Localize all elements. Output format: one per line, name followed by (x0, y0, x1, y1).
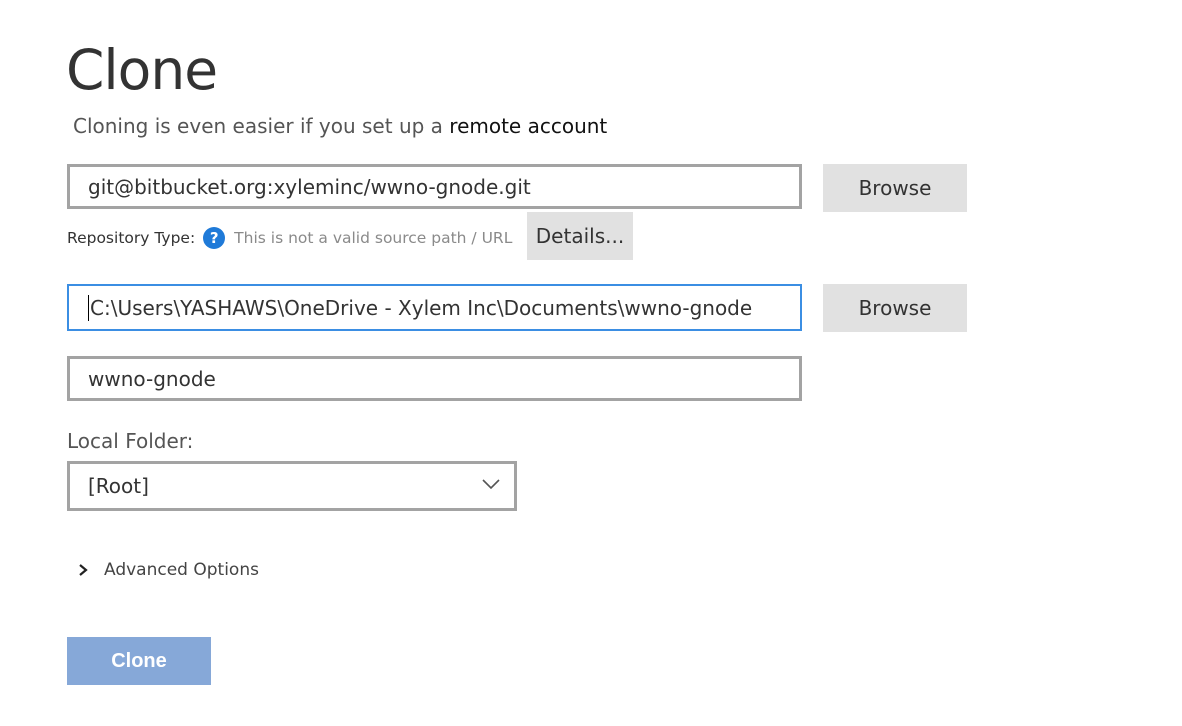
repository-type-status: This is not a valid source path / URL (234, 229, 513, 247)
chevron-down-icon (482, 479, 500, 490)
advanced-options-toggle[interactable]: Advanced Options (76, 558, 259, 582)
advanced-options-label: Advanced Options (104, 560, 259, 580)
destination-path-input[interactable]: C:\Users\YASHAWS\OneDrive - Xylem Inc\Do… (67, 284, 802, 331)
local-folder-selected: [Root] (88, 474, 149, 498)
repository-name-value: wwno-gnode (88, 366, 216, 391)
page-title: Clone (66, 38, 218, 102)
remote-account-link[interactable]: remote account (449, 114, 607, 138)
text-caret (88, 294, 89, 321)
clone-page: Clone Cloning is even easier if you set … (0, 0, 1182, 726)
subtitle: Cloning is even easier if you set up a r… (73, 113, 607, 139)
repository-type-row: Repository Type: ? This is not a valid s… (67, 226, 512, 250)
source-url-value: git@bitbucket.org:xyleminc/wwno-gnode.gi… (88, 174, 531, 199)
repository-name-input[interactable]: wwno-gnode (67, 356, 802, 401)
browse-destination-button[interactable]: Browse (823, 284, 967, 332)
local-folder-label: Local Folder: (67, 429, 194, 453)
local-folder-select[interactable]: [Root] (67, 461, 517, 511)
question-help-icon: ? (203, 227, 226, 249)
details-button[interactable]: Details... (527, 212, 633, 260)
source-url-input[interactable]: git@bitbucket.org:xyleminc/wwno-gnode.gi… (67, 164, 802, 209)
clone-button[interactable]: Clone (67, 637, 211, 685)
destination-path-value: C:\Users\YASHAWS\OneDrive - Xylem Inc\Do… (90, 295, 753, 320)
repository-type-label: Repository Type: (67, 229, 196, 247)
browse-source-button[interactable]: Browse (823, 164, 967, 212)
chevron-right-icon (79, 564, 88, 576)
subtitle-text: Cloning is even easier if you set up a (73, 114, 443, 138)
